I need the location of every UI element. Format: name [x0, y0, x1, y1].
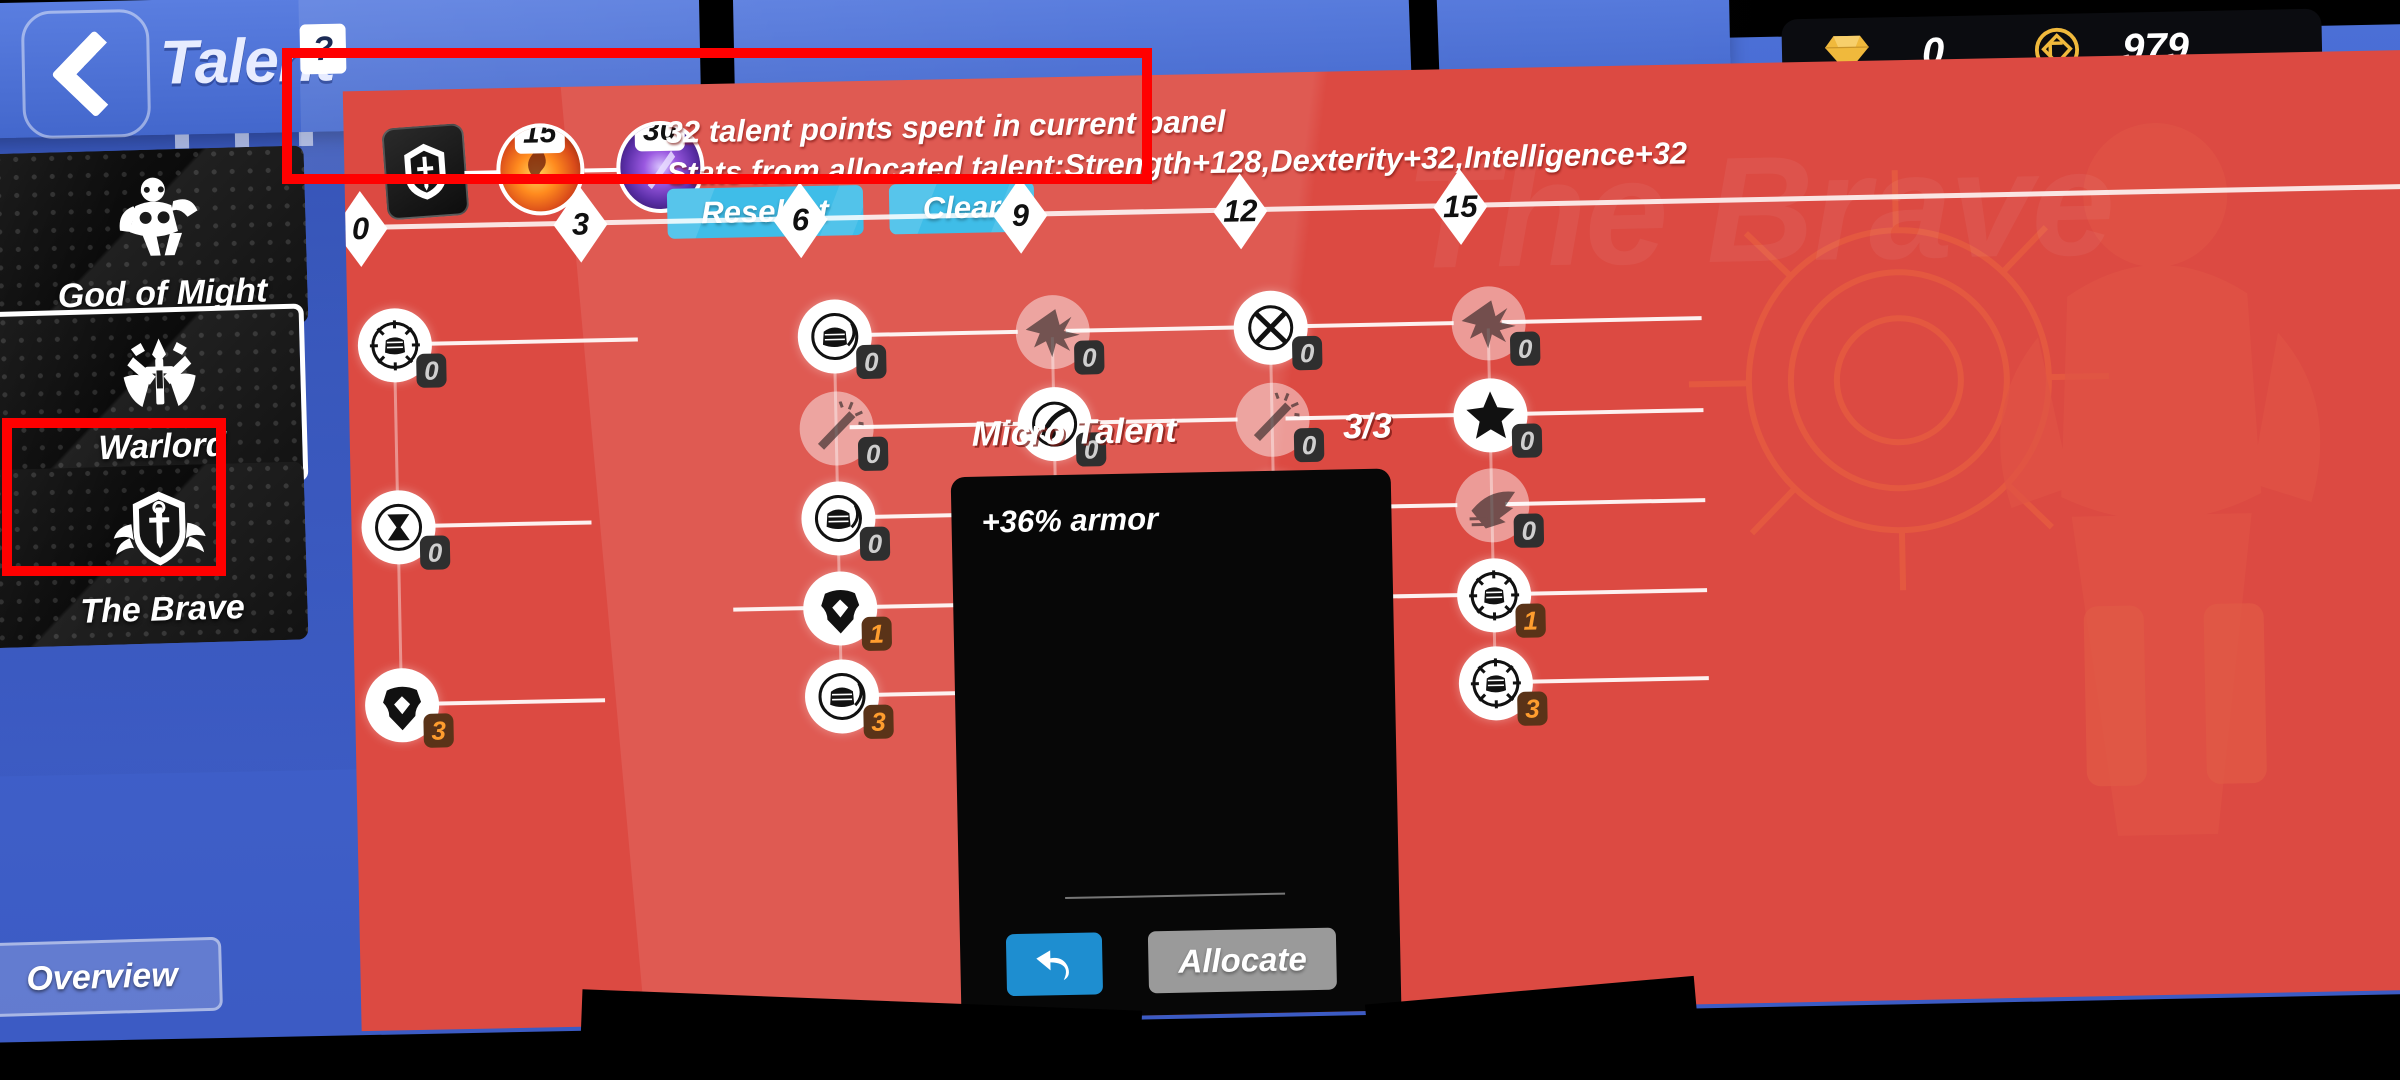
talent-node[interactable]: 0 [798, 390, 889, 472]
talent-rank-badge: 0 [1291, 335, 1323, 371]
talent-node[interactable]: 0 [360, 489, 451, 570]
talent-rank-badge: 0 [416, 353, 447, 388]
highlight-box-the-brave [2, 418, 226, 576]
talent-rank-badge: 3 [423, 713, 454, 748]
talent-node[interactable]: 0 [1452, 377, 1543, 458]
talent-node[interactable]: 0 [800, 480, 891, 562]
strongman-emblem-icon [119, 177, 198, 256]
tooltip-header: Micro Talent 3/3 [971, 406, 1392, 462]
tooltip-divider [1065, 892, 1286, 900]
tooltip-effect: +36% armor [981, 501, 1159, 540]
talent-rank-badge: 3 [1517, 691, 1548, 726]
tier-line [345, 182, 2400, 231]
talent-rank-badge: 0 [419, 535, 451, 570]
tier-marker: 6 [773, 182, 829, 259]
sidebar-label: The Brave [79, 588, 246, 631]
talent-node[interactable]: 0 [1454, 467, 1545, 548]
talent-rank-badge: 0 [1509, 331, 1541, 366]
tooltip-actions: Allocate [1005, 927, 1338, 997]
talent-node[interactable]: 3 [364, 667, 454, 748]
talent-node[interactable]: 0 [357, 307, 447, 388]
game-screen: Talent ? 0 979 Brave 15 30 32 talent poi… [0, 0, 2400, 1080]
talent-rank-badge: 0 [859, 526, 891, 562]
talent-node[interactable]: 0 [1450, 285, 1541, 366]
talent-rank-badge: 0 [857, 436, 889, 472]
talent-rank-badge: 1 [1515, 603, 1546, 638]
tier-marker: 15 [1433, 168, 1489, 245]
tier-marker: 0 [343, 191, 389, 268]
talent-rank-badge: 0 [1511, 423, 1543, 458]
talent-rank-badge: 0 [1073, 340, 1105, 375]
allocate-button[interactable]: Allocate [1147, 927, 1338, 994]
background-bottom-wedge [1988, 1005, 2400, 1080]
talent-node[interactable]: 1 [1456, 557, 1546, 638]
talent-rank-badge: 1 [861, 616, 893, 652]
talent-rank-badge: 0 [855, 344, 887, 380]
tooltip-body: +36% armor Allocate [950, 468, 1402, 1032]
talent-node[interactable]: 0 [1015, 294, 1105, 375]
back-button[interactable] [20, 8, 152, 140]
talent-tooltip: Micro Talent 3/3 +36% armor Allocate [949, 406, 1402, 1032]
talent-node[interactable]: 0 [797, 298, 887, 380]
talent-rank-badge: 0 [1513, 513, 1545, 548]
talent-panel: The Brave 15 30 32 talent p [342, 48, 2400, 1032]
tooltip-rank: 3/3 [1342, 406, 1393, 447]
sword-crest-emblem-icon [123, 338, 196, 407]
tier-marker: 12 [1213, 173, 1269, 250]
back-chevron-icon [51, 29, 139, 118]
tooltip-title: Micro Talent [971, 410, 1177, 454]
tier-marker: 3 [553, 186, 609, 263]
talent-node[interactable]: 0 [1232, 290, 1323, 371]
tier-marker: 9 [993, 177, 1049, 254]
talent-rank-badge: 3 [863, 704, 894, 740]
highlight-box-summary [282, 48, 1152, 184]
talent-node[interactable]: 3 [804, 658, 894, 740]
undo-arrow-icon [1036, 950, 1069, 981]
tooltip-back-button[interactable] [1005, 932, 1104, 997]
overview-button[interactable]: Overview [0, 936, 223, 1018]
talent-node[interactable]: 3 [1458, 645, 1548, 726]
talent-node[interactable]: 1 [802, 570, 893, 652]
